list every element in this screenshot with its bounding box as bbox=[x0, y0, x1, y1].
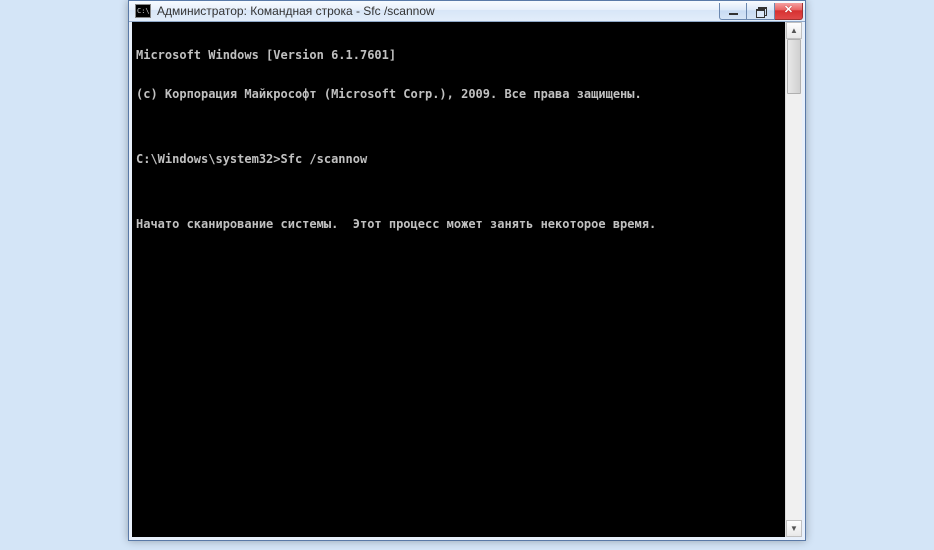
maximize-button[interactable] bbox=[747, 3, 775, 20]
window-body: Microsoft Windows [Version 6.1.7601] (c)… bbox=[129, 22, 805, 540]
vertical-scrollbar[interactable]: ▲ ▼ bbox=[785, 22, 802, 537]
scroll-track[interactable] bbox=[786, 39, 802, 520]
console-output[interactable]: Microsoft Windows [Version 6.1.7601] (c)… bbox=[132, 22, 785, 537]
console-line: Microsoft Windows [Version 6.1.7601] bbox=[136, 49, 781, 62]
close-button[interactable]: ✕ bbox=[775, 3, 803, 20]
close-icon: ✕ bbox=[784, 5, 793, 16]
console-line: C:\Windows\system32>Sfc /scannow bbox=[136, 153, 781, 166]
window-controls: ✕ bbox=[719, 3, 803, 20]
window-title: Администратор: Командная строка - Sfc /s… bbox=[157, 4, 719, 18]
app-icon: C:\ bbox=[135, 4, 151, 18]
console-line: (c) Корпорация Майкрософт (Microsoft Cor… bbox=[136, 88, 781, 101]
scroll-up-button[interactable]: ▲ bbox=[786, 22, 802, 39]
console-line: Начато сканирование системы. Этот процес… bbox=[136, 218, 781, 231]
minimize-button[interactable] bbox=[719, 3, 747, 20]
command-prompt-window: C:\ Администратор: Командная строка - Sf… bbox=[128, 0, 806, 541]
scroll-thumb[interactable] bbox=[787, 39, 801, 94]
maximize-icon bbox=[756, 7, 766, 15]
minimize-icon bbox=[729, 13, 738, 15]
titlebar[interactable]: C:\ Администратор: Командная строка - Sf… bbox=[129, 1, 805, 22]
scroll-down-button[interactable]: ▼ bbox=[786, 520, 802, 537]
